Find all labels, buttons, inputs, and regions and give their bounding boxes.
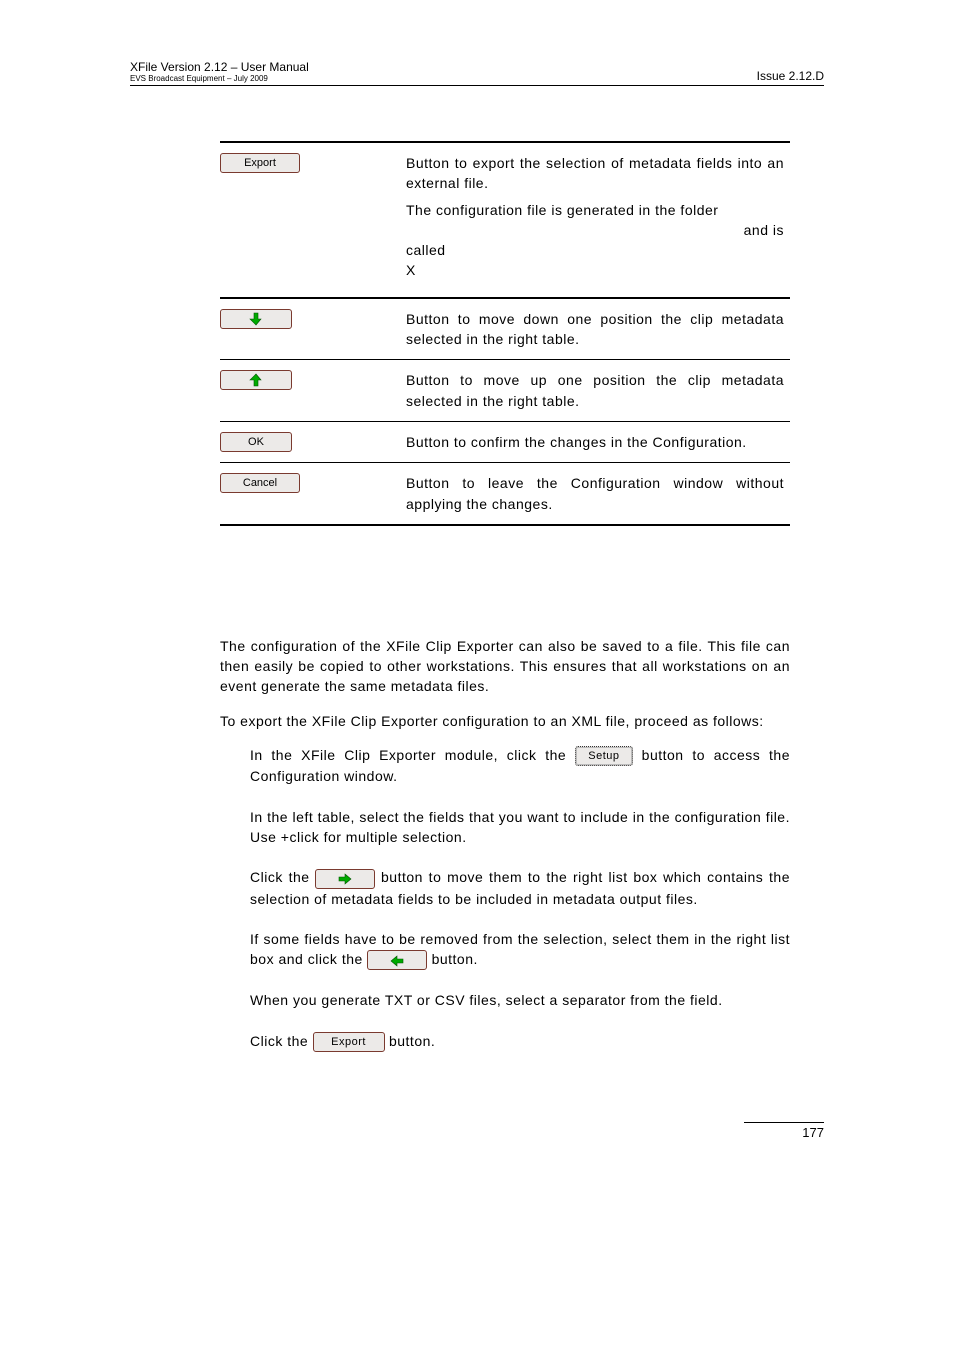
step-6: Click the Export button. [250,1031,790,1052]
desc-text: and is [406,220,784,240]
desc-text: called [406,240,784,260]
step-text: button. [432,951,478,967]
table-row: Export Button to export the selection of… [220,142,790,298]
manual-title: XFile Version 2.12 – User Manual [130,60,309,74]
issue-number: Issue 2.12.D [757,69,824,83]
desc-text: Button to export the selection of metada… [406,153,784,194]
setup-button[interactable]: Setup [575,746,633,766]
page-header: XFile Version 2.12 – User Manual EVS Bro… [130,60,824,86]
button-description-table: Export Button to export the selection of… [220,141,790,526]
step-text: +click for multiple selection. [281,829,467,845]
move-down-button[interactable] [220,309,292,329]
move-right-button[interactable] [315,869,375,889]
step-5: When you generate TXT or CSV files, sele… [250,990,790,1010]
paragraph: To export the XFile Clip Exporter config… [220,711,790,731]
move-up-button[interactable] [220,370,292,390]
header-left: XFile Version 2.12 – User Manual EVS Bro… [130,60,309,83]
body-section: The configuration of the XFile Clip Expo… [220,636,790,731]
manual-subtitle: EVS Broadcast Equipment – July 2009 [130,74,309,83]
arrow-left-icon [390,955,404,967]
step-text: Click the [250,869,315,885]
step-1: In the XFile Clip Exporter module, click… [250,745,790,787]
arrow-down-icon [249,312,263,326]
step-3: Click the button to move them to the rig… [250,867,790,909]
step-text: button. [389,1033,435,1049]
table-row: Cancel Button to leave the Configuration… [220,463,790,525]
export-button-inline[interactable]: Export [313,1032,385,1052]
step-2: In the left table, select the fields tha… [250,807,790,848]
desc-text: Button to leave the Configuration window… [406,463,790,525]
cancel-button[interactable]: Cancel [220,473,300,493]
table-row: Button to move down one position the cli… [220,298,790,360]
step-4: If some fields have to be removed from t… [250,929,790,971]
step-text: Click the [250,1033,313,1049]
arrow-right-icon [338,873,352,885]
desc-text: Button to move up one position the clip … [406,360,790,422]
step-text: In the XFile Clip Exporter module, click… [250,747,575,763]
arrow-up-icon [249,373,263,387]
paragraph: The configuration of the XFile Clip Expo… [220,636,790,697]
table-row: OK Button to confirm the changes in the … [220,421,790,462]
desc-text: The configuration file is generated in t… [406,200,784,220]
desc-text: Button to move down one position the cli… [406,298,790,360]
desc-text: X [406,260,784,280]
export-button[interactable]: Export [220,153,300,173]
ok-button[interactable]: OK [220,432,292,452]
desc-text: Button to confirm the changes in the Con… [406,421,790,462]
page-footer: 177 [130,1122,824,1142]
move-left-button[interactable] [367,950,427,970]
step-text: When you generate TXT or CSV files, sele… [250,992,690,1008]
step-text: If some fields have to be removed from t… [250,931,790,967]
table-row: Button to move up one position the clip … [220,360,790,422]
steps-list: In the XFile Clip Exporter module, click… [250,745,790,1052]
page-number: 177 [744,1122,824,1140]
step-text: field. [690,992,723,1008]
export-description: Button to export the selection of metada… [406,142,790,298]
